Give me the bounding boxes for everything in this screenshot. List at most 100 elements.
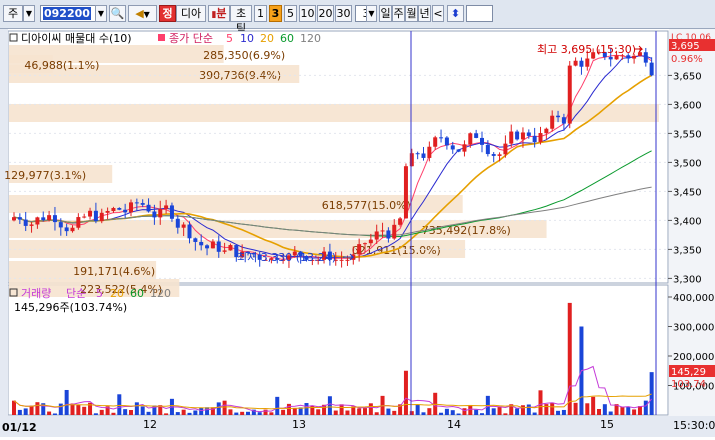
- period-select-arrow[interactable]: ▼: [366, 5, 377, 22]
- volume-readout: 145,296주(103.74%): [14, 301, 127, 314]
- volume-bar: [275, 396, 280, 415]
- market-dropdown-arrow[interactable]: ▼: [23, 5, 35, 22]
- candle-body: [462, 144, 467, 152]
- chart-area[interactable]: 285,350(6.9%)390,736(9.4%)46,988(1.1%)89…: [0, 29, 715, 437]
- volume-bar: [140, 406, 145, 415]
- candle-body: [99, 212, 104, 222]
- volume-bar: [602, 404, 607, 415]
- candle-body: [561, 117, 566, 124]
- candle-body: [526, 132, 531, 136]
- volume-bar: [450, 410, 455, 415]
- candle-body: [415, 153, 420, 155]
- candle-body: [398, 218, 403, 225]
- volume-bar: [409, 411, 414, 415]
- volume-bar: [649, 372, 654, 415]
- tick-button[interactable]: 초틱: [230, 5, 252, 35]
- extra-input[interactable]: [466, 5, 493, 22]
- volume-bar: [292, 408, 297, 415]
- volume-bar: [608, 411, 613, 415]
- volume-bar: [117, 394, 122, 415]
- jeong-button[interactable]: 정: [159, 5, 176, 22]
- prev-button[interactable]: <: [432, 5, 444, 22]
- code-dropdown-arrow[interactable]: ▼: [95, 5, 107, 22]
- candle-body: [199, 241, 204, 246]
- volume-bar: [439, 412, 444, 415]
- candle-body: [17, 217, 22, 220]
- candle-body: [58, 222, 63, 228]
- candle-body: [117, 208, 122, 210]
- volume-bar: [222, 400, 227, 415]
- candle-body: [339, 259, 344, 261]
- volume-bar: [187, 412, 192, 415]
- candle-body: [544, 128, 549, 134]
- candle-body: [35, 217, 40, 225]
- volume-bar: [550, 402, 555, 415]
- ma-legend-icon: [158, 34, 165, 41]
- period-button-10[interactable]: 10: [299, 5, 316, 22]
- candle-body: [608, 56, 613, 60]
- volume-bar: [474, 409, 479, 415]
- week-button[interactable]: 주: [392, 5, 405, 22]
- volume-bar: [327, 396, 332, 415]
- speaker-dropdown-icon: ▼: [143, 10, 150, 19]
- period-button-1[interactable]: 1: [254, 5, 267, 22]
- jeong-label: 정: [162, 7, 173, 20]
- volume-bar: [503, 413, 508, 415]
- month-button[interactable]: 월: [405, 5, 418, 22]
- volume-profile-label: 735,492(17.8%): [422, 224, 511, 237]
- period-label: 30: [336, 7, 351, 20]
- candle-body: [169, 205, 174, 219]
- volume-bar: [585, 403, 590, 415]
- period-button-20[interactable]: 20: [317, 5, 334, 22]
- volume-bar: [444, 408, 449, 415]
- candle-body: [550, 115, 555, 129]
- candle-type-button[interactable]: ▮분: [208, 5, 230, 22]
- search-button[interactable]: 🔍: [109, 5, 126, 22]
- volume-bar: [47, 411, 52, 415]
- year-button[interactable]: 년: [418, 5, 431, 22]
- candle-body: [497, 154, 502, 156]
- market-label: 주: [7, 7, 19, 20]
- candle-body: [111, 208, 116, 211]
- scroll-updown-button[interactable]: ⬍: [447, 5, 464, 22]
- period-button-30[interactable]: 30: [335, 5, 352, 22]
- candle-body: [47, 215, 52, 221]
- candle-body: [649, 62, 654, 76]
- x-label-12: 12: [143, 418, 157, 431]
- candle-body: [134, 202, 139, 204]
- period-button-5[interactable]: 5: [284, 5, 297, 22]
- volume-bar: [93, 413, 98, 415]
- volume-bar: [82, 406, 87, 415]
- candlestick-chart[interactable]: 285,350(6.9%)390,736(9.4%)46,988(1.1%)89…: [0, 29, 715, 437]
- candle-body: [29, 224, 34, 226]
- candle-body: [158, 208, 163, 218]
- low-annotation: 최저 3,330 (13:24): [237, 251, 336, 264]
- candle-body: [556, 115, 561, 118]
- volume-bar: [17, 409, 22, 415]
- market-select[interactable]: 주: [3, 5, 23, 22]
- candle-body: [164, 205, 169, 209]
- candle-body: [64, 227, 69, 232]
- candle-body: [491, 154, 496, 156]
- volume-profile-label: 129,977(3.1%): [4, 169, 86, 182]
- candle-body: [228, 245, 233, 251]
- volume-bar: [64, 389, 69, 415]
- volume-bar: [591, 396, 596, 415]
- volume-bar: [281, 409, 286, 415]
- prev-label: <: [433, 7, 443, 20]
- company-name: 디아: [180, 7, 202, 20]
- day-button[interactable]: 일: [379, 5, 392, 22]
- speaker-icon: ◀: [135, 7, 144, 20]
- y-tick-label: 3,650: [673, 71, 702, 82]
- y-tick-label: 3,300: [673, 274, 702, 285]
- candle-body: [368, 239, 373, 244]
- company-name-field[interactable]: 디아: [176, 5, 206, 22]
- sound-button[interactable]: ◀▼: [128, 5, 157, 22]
- candle-body: [480, 137, 484, 145]
- week-label: 주: [393, 7, 404, 20]
- period-button-3[interactable]: 3: [269, 5, 282, 22]
- current-change-label: 0.96%: [671, 54, 703, 65]
- volume-profile-label: 618,577(15.0%): [322, 199, 411, 212]
- candle-body: [193, 238, 198, 242]
- volume-y-tick-label: 200,000: [673, 352, 714, 363]
